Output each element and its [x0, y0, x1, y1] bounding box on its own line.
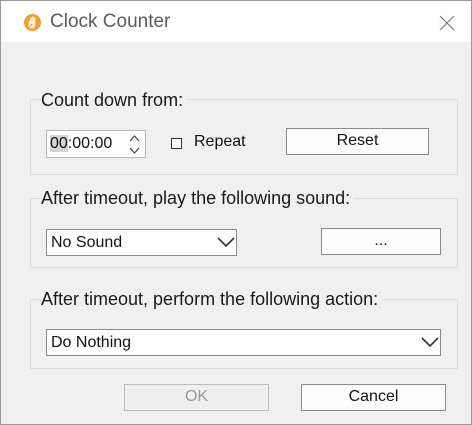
sound-select[interactable]: No Sound	[46, 229, 237, 256]
ok-button[interactable]: OK	[124, 384, 269, 411]
close-icon	[439, 15, 455, 31]
minutes-seconds-segment[interactable]: :00:00	[68, 135, 112, 152]
repeat-checkbox[interactable]	[171, 138, 182, 149]
chevron-up-icon	[129, 135, 140, 142]
countdown-label: Count down from:	[41, 89, 188, 111]
repeat-label[interactable]: Repeat	[194, 132, 246, 152]
cancel-button[interactable]: Cancel	[301, 384, 446, 411]
chevron-down-icon	[217, 237, 235, 248]
sound-label: After timeout, play the following sound:	[41, 187, 355, 209]
chevron-down-icon	[129, 147, 140, 154]
hand-icon	[24, 14, 41, 31]
action-label: After timeout, perform the following act…	[41, 288, 383, 310]
title-bar[interactable]: Clock Counter	[1, 1, 471, 42]
spin-down-button[interactable]	[126, 145, 143, 156]
hours-segment[interactable]: 00	[50, 135, 68, 152]
browse-sound-button[interactable]: ...	[321, 228, 441, 255]
time-spinner[interactable]	[126, 132, 143, 156]
action-select-value: Do Nothing	[51, 334, 132, 351]
clock-counter-dialog: Clock Counter Count down from: 00:00:00 …	[0, 0, 472, 425]
sound-select-value: No Sound	[51, 234, 123, 251]
reset-button[interactable]: Reset	[286, 128, 429, 155]
close-button[interactable]	[429, 10, 465, 36]
spin-up-button[interactable]	[126, 132, 143, 143]
action-select[interactable]: Do Nothing	[46, 329, 441, 356]
window-title: Clock Counter	[50, 11, 171, 32]
chevron-down-icon	[421, 337, 439, 348]
